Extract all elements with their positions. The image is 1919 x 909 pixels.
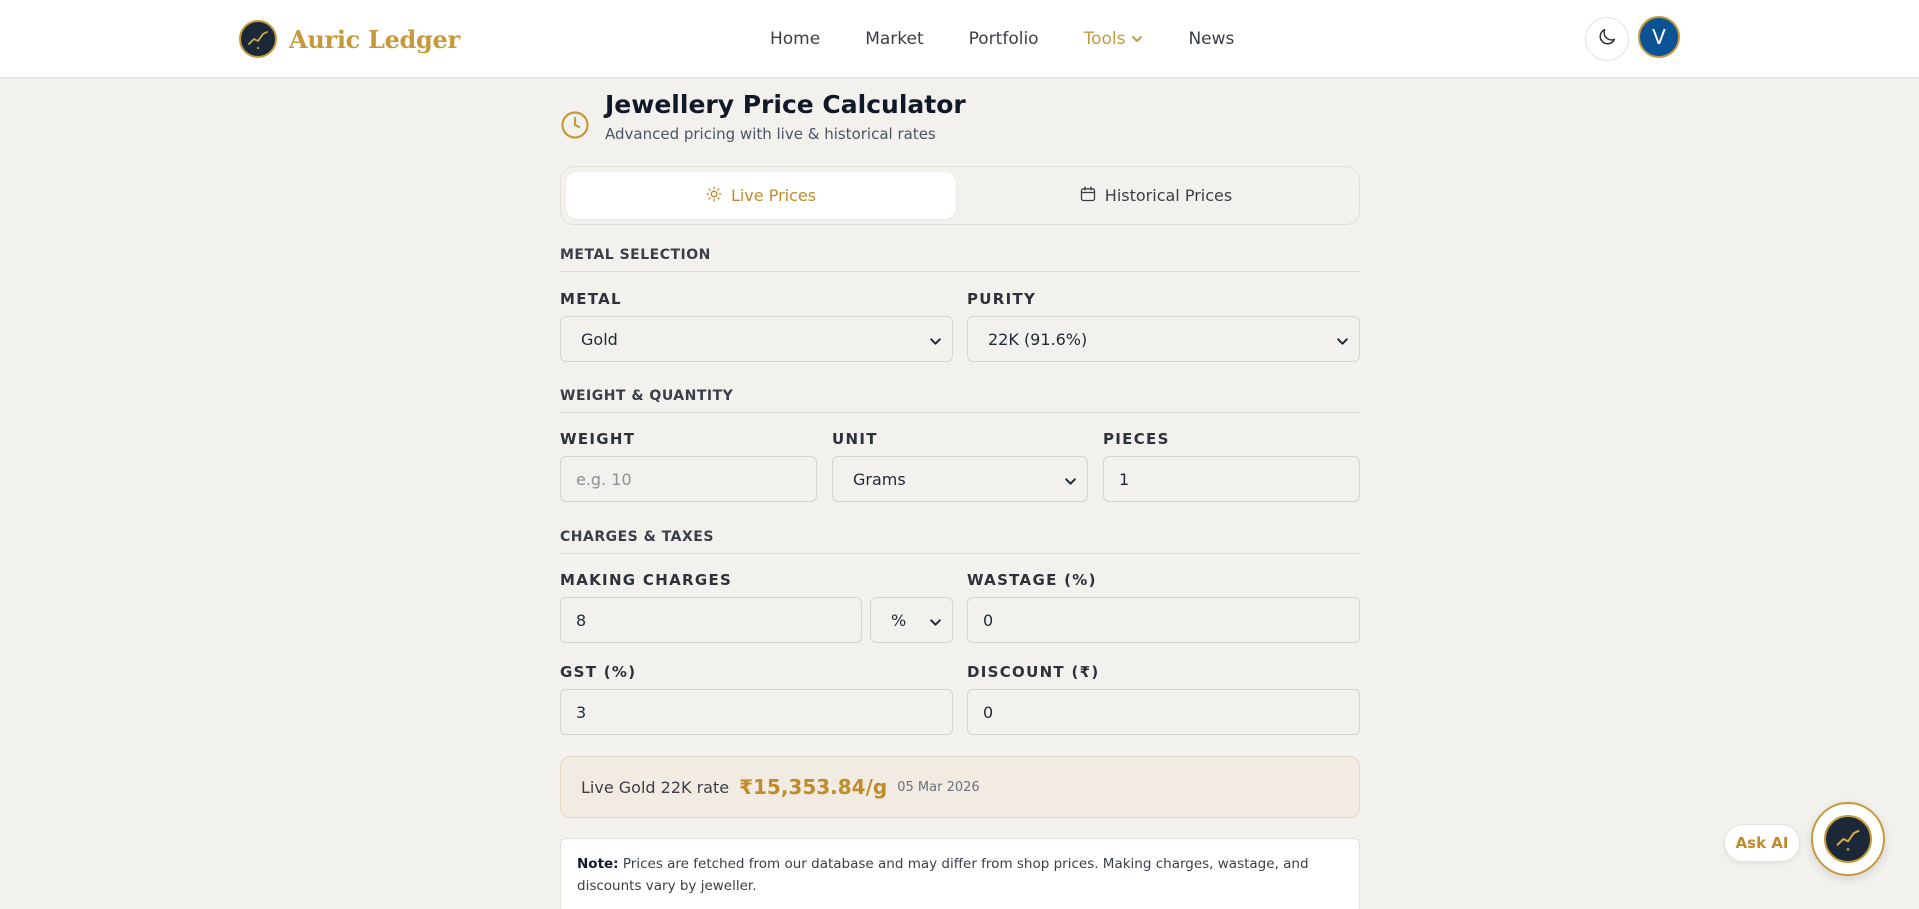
live-rate-date: 05 Mar 2026 (897, 779, 980, 795)
metal-select[interactable]: Gold (560, 316, 953, 362)
nav-home[interactable]: Home (770, 29, 820, 49)
gst-label: GST (%) (560, 663, 637, 681)
brand-name: Auric Ledger (289, 24, 460, 54)
section-charges-taxes: CHARGES & TAXES (560, 529, 1360, 554)
moon-icon (1596, 26, 1618, 52)
price-mode-tabs: Live Prices Historical Prices (560, 166, 1360, 225)
discount-input[interactable]: 0 (967, 689, 1360, 735)
live-rate-value: ₹15,353.84/g (739, 775, 888, 799)
live-rate-panel: Live Gold 22K rate ₹15,353.84/g 05 Mar 2… (560, 756, 1360, 818)
chart-logo-icon (239, 20, 277, 58)
making-charges-type-value: % (891, 610, 907, 630)
weight-label: WEIGHT (560, 430, 636, 448)
chevron-down-icon (1064, 473, 1077, 492)
chevron-down-icon (929, 333, 942, 352)
chevron-down-icon (1131, 33, 1143, 45)
nav-news[interactable]: News (1188, 29, 1234, 49)
making-charges-value: 8 (576, 610, 587, 630)
top-navbar: Auric Ledger Home Market Portfolio Tools… (0, 0, 1919, 78)
pieces-label: PIECES (1103, 430, 1170, 448)
clock-icon (560, 110, 590, 144)
avatar[interactable]: V (1638, 16, 1680, 58)
unit-label: UNIT (832, 430, 878, 448)
nav-portfolio[interactable]: Portfolio (969, 29, 1039, 49)
disclaimer-note: Note: Prices are fetched from our databa… (560, 838, 1360, 909)
purity-select[interactable]: 22K (91.6%) (967, 316, 1360, 362)
page-heading: Jewellery Price Calculator Advanced pric… (560, 90, 1360, 150)
pieces-value: 1 (1119, 469, 1130, 489)
ai-assistant-button[interactable] (1811, 802, 1885, 876)
making-charges-label: MAKING CHARGES (560, 571, 733, 589)
nav-tools[interactable]: Tools (1084, 29, 1144, 49)
chevron-down-icon (1336, 333, 1349, 352)
chevron-down-icon (929, 614, 942, 633)
chart-logo-icon (1824, 815, 1872, 863)
discount-value: 0 (983, 702, 994, 722)
ask-ai-button[interactable]: Ask AI (1724, 824, 1800, 862)
tab-live-label: Live Prices (730, 186, 817, 205)
live-rate-label: Live Gold 22K rate (581, 777, 730, 797)
main-nav: Home Market Portfolio Tools News (770, 22, 1279, 56)
unit-value: Grams (853, 469, 906, 489)
brand[interactable]: Auric Ledger (239, 19, 460, 59)
pieces-input[interactable]: 1 (1103, 456, 1360, 502)
unit-select[interactable]: Grams (832, 456, 1088, 502)
weight-input[interactable]: e.g. 10 (560, 456, 817, 502)
purity-label: PURITY (967, 290, 1037, 308)
wastage-value: 0 (983, 610, 994, 630)
making-charges-input[interactable]: 8 (560, 597, 862, 643)
section-weight-quantity: WEIGHT & QUANTITY (560, 388, 1360, 413)
weight-placeholder: e.g. 10 (576, 469, 632, 489)
gst-value: 3 (576, 702, 587, 722)
section-metal-selection: METAL SELECTION (560, 247, 1360, 272)
making-charges-type-select[interactable]: % (870, 597, 953, 643)
gst-input[interactable]: 3 (560, 689, 953, 735)
tab-historical-prices[interactable]: Historical Prices (961, 172, 1351, 219)
metal-label: METAL (560, 290, 622, 308)
sun-icon (706, 185, 731, 206)
purity-value: 22K (91.6%) (988, 329, 1088, 349)
theme-toggle-button[interactable] (1585, 17, 1629, 61)
page-title: Jewellery Price Calculator (605, 90, 966, 119)
wastage-label: WASTAGE (%) (967, 571, 1097, 589)
tab-live-prices[interactable]: Live Prices (566, 172, 956, 219)
metal-value: Gold (581, 329, 618, 349)
nav-tools-label: Tools (1083, 29, 1126, 49)
discount-label: DISCOUNT (₹) (967, 663, 1100, 681)
note-prefix: Note: (577, 856, 619, 872)
wastage-input[interactable]: 0 (967, 597, 1360, 643)
page-subtitle: Advanced pricing with live & historical … (605, 125, 936, 143)
calendar-icon (1080, 185, 1105, 206)
nav-market[interactable]: Market (865, 29, 923, 49)
tab-historical-label: Historical Prices (1104, 186, 1233, 205)
note-text: Prices are fetched from our database and… (577, 856, 1309, 894)
